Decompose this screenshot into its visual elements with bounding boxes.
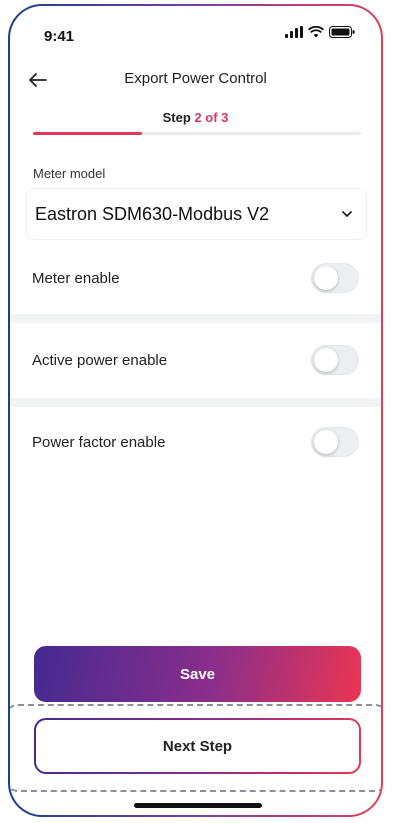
step-prefix: Step	[162, 110, 195, 125]
section-divider	[10, 314, 381, 323]
toggle-knob	[314, 266, 338, 290]
wifi-icon	[308, 26, 324, 38]
power-factor-enable-toggle[interactable]	[311, 427, 359, 457]
step-progress-fill	[33, 132, 143, 135]
meter-enable-row: Meter enable	[10, 248, 381, 308]
status-icons	[285, 26, 355, 38]
save-button[interactable]: Save	[34, 646, 361, 702]
active-power-enable-toggle[interactable]	[311, 345, 359, 375]
toggle-knob	[314, 348, 338, 372]
meter-enable-label: Meter enable	[32, 269, 120, 287]
phone-frame: 9:41 Export Power Control Step 2 of 3 Me…	[8, 4, 383, 817]
power-factor-enable-row: Power factor enable	[10, 412, 381, 472]
step-indicator: Step 2 of 3	[10, 110, 381, 125]
active-power-enable-row: Active power enable	[10, 330, 381, 390]
signal-icon	[285, 26, 303, 38]
page-title: Export Power Control	[124, 70, 267, 87]
meter-enable-toggle[interactable]	[311, 263, 359, 293]
status-time: 9:41	[44, 28, 75, 45]
chevron-down-icon	[342, 211, 352, 217]
section-divider	[10, 398, 381, 407]
home-indicator	[134, 803, 262, 808]
battery-icon	[329, 26, 355, 38]
meter-model-label: Meter model	[33, 166, 106, 181]
next-step-button[interactable]: Next Step	[34, 718, 361, 774]
meter-model-value: Eastron SDM630-Modbus V2	[35, 203, 270, 224]
active-power-enable-label: Active power enable	[32, 351, 168, 369]
power-factor-enable-label: Power factor enable	[32, 433, 166, 451]
toggle-knob	[314, 430, 338, 454]
step-progress-track	[33, 132, 361, 135]
meter-model-select[interactable]: Eastron SDM630-Modbus V2	[26, 188, 367, 240]
step-count: 2 of 3	[194, 110, 229, 125]
